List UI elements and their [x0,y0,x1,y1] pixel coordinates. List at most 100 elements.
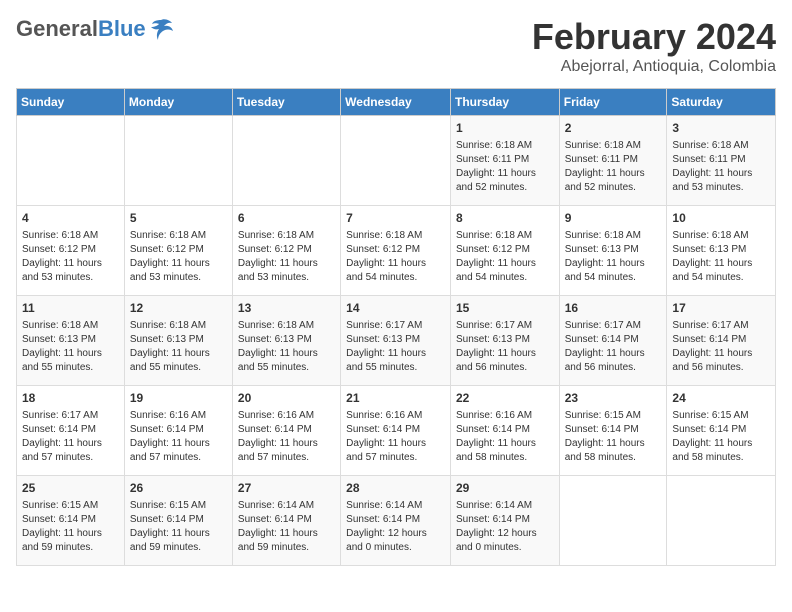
cell-info: Sunrise: 6:18 AM [346,229,445,243]
cell-info: Daylight: 11 hours [672,347,770,361]
calendar-cell: 1Sunrise: 6:18 AMSunset: 6:11 PMDaylight… [450,116,559,206]
cell-info: and 57 minutes. [346,451,445,465]
calendar-cell: 16Sunrise: 6:17 AMSunset: 6:14 PMDayligh… [559,296,667,386]
calendar-cell [124,116,232,206]
cell-info: Sunset: 6:11 PM [672,153,770,167]
calendar-cell: 9Sunrise: 6:18 AMSunset: 6:13 PMDaylight… [559,206,667,296]
day-number: 29 [456,480,554,497]
day-number: 2 [565,120,662,137]
cell-info: Daylight: 11 hours [346,437,445,451]
cell-info: Daylight: 11 hours [22,257,119,271]
cell-info: Sunset: 6:14 PM [130,423,227,437]
calendar-cell [559,476,667,566]
title-section: February 2024 Abejorral, Antioquia, Colo… [532,16,776,76]
cell-info: Sunrise: 6:16 AM [456,409,554,423]
cell-info: and 54 minutes. [456,271,554,285]
cell-info: Sunrise: 6:15 AM [672,409,770,423]
day-number: 20 [238,390,335,407]
cell-info: Sunset: 6:14 PM [346,513,445,527]
calendar-cell: 5Sunrise: 6:18 AMSunset: 6:12 PMDaylight… [124,206,232,296]
cell-info: Daylight: 12 hours [346,527,445,541]
cell-info: Sunrise: 6:18 AM [456,139,554,153]
cell-info: Sunset: 6:12 PM [238,243,335,257]
day-number: 3 [672,120,770,137]
calendar-cell: 3Sunrise: 6:18 AMSunset: 6:11 PMDaylight… [667,116,776,206]
cell-info: Sunrise: 6:15 AM [22,499,119,513]
cell-info: Daylight: 11 hours [22,347,119,361]
cell-info: Daylight: 11 hours [672,167,770,181]
logo: General Blue [16,16,174,42]
cell-info: and 57 minutes. [130,451,227,465]
cell-info: Daylight: 11 hours [22,527,119,541]
cell-info: Sunset: 6:12 PM [346,243,445,257]
calendar-cell: 13Sunrise: 6:18 AMSunset: 6:13 PMDayligh… [232,296,340,386]
cell-info: Daylight: 12 hours [456,527,554,541]
cell-info: Sunrise: 6:18 AM [22,229,119,243]
cell-info: and 55 minutes. [130,361,227,375]
calendar-cell: 14Sunrise: 6:17 AMSunset: 6:13 PMDayligh… [341,296,451,386]
day-header-saturday: Saturday [667,89,776,116]
cell-info: Sunset: 6:12 PM [456,243,554,257]
day-number: 28 [346,480,445,497]
cell-info: Daylight: 11 hours [130,437,227,451]
calendar-table: SundayMondayTuesdayWednesdayThursdayFrid… [16,88,776,566]
day-number: 23 [565,390,662,407]
cell-info: Sunrise: 6:16 AM [130,409,227,423]
cell-info: Sunrise: 6:18 AM [238,229,335,243]
cell-info: Sunset: 6:13 PM [672,243,770,257]
cell-info: Sunrise: 6:15 AM [130,499,227,513]
day-number: 21 [346,390,445,407]
calendar-cell [232,116,340,206]
calendar-cell: 24Sunrise: 6:15 AMSunset: 6:14 PMDayligh… [667,386,776,476]
cell-info: Sunset: 6:14 PM [456,423,554,437]
cell-info: Sunset: 6:12 PM [22,243,119,257]
cell-info: and 52 minutes. [565,181,662,195]
calendar-week-row: 4Sunrise: 6:18 AMSunset: 6:12 PMDaylight… [17,206,776,296]
calendar-week-row: 25Sunrise: 6:15 AMSunset: 6:14 PMDayligh… [17,476,776,566]
cell-info: and 56 minutes. [456,361,554,375]
calendar-cell: 28Sunrise: 6:14 AMSunset: 6:14 PMDayligh… [341,476,451,566]
cell-info: and 53 minutes. [22,271,119,285]
cell-info: Daylight: 11 hours [346,257,445,271]
cell-info: Sunrise: 6:18 AM [456,229,554,243]
cell-info: and 53 minutes. [130,271,227,285]
calendar-cell: 2Sunrise: 6:18 AMSunset: 6:11 PMDaylight… [559,116,667,206]
cell-info: Sunset: 6:13 PM [130,333,227,347]
cell-info: Sunrise: 6:16 AM [238,409,335,423]
day-number: 27 [238,480,335,497]
calendar-cell: 11Sunrise: 6:18 AMSunset: 6:13 PMDayligh… [17,296,125,386]
cell-info: and 58 minutes. [456,451,554,465]
calendar-cell [17,116,125,206]
day-number: 22 [456,390,554,407]
cell-info: Daylight: 11 hours [565,437,662,451]
cell-info: and 0 minutes. [346,541,445,555]
day-number: 19 [130,390,227,407]
cell-info: and 59 minutes. [130,541,227,555]
cell-info: Sunset: 6:13 PM [238,333,335,347]
cell-info: Daylight: 11 hours [238,527,335,541]
cell-info: Sunset: 6:13 PM [565,243,662,257]
calendar-week-row: 11Sunrise: 6:18 AMSunset: 6:13 PMDayligh… [17,296,776,386]
cell-info: and 57 minutes. [238,451,335,465]
cell-info: Sunrise: 6:18 AM [565,139,662,153]
calendar-cell: 23Sunrise: 6:15 AMSunset: 6:14 PMDayligh… [559,386,667,476]
day-number: 1 [456,120,554,137]
cell-info: Sunset: 6:14 PM [238,423,335,437]
day-number: 9 [565,210,662,227]
cell-info: Daylight: 11 hours [130,527,227,541]
cell-info: Sunset: 6:14 PM [456,513,554,527]
cell-info: and 55 minutes. [238,361,335,375]
cell-info: Sunrise: 6:18 AM [130,319,227,333]
cell-info: and 56 minutes. [565,361,662,375]
location-title: Abejorral, Antioquia, Colombia [532,58,776,76]
cell-info: and 53 minutes. [238,271,335,285]
day-number: 6 [238,210,335,227]
cell-info: Daylight: 11 hours [238,257,335,271]
cell-info: Sunset: 6:14 PM [130,513,227,527]
logo-blue-text: Blue [98,16,146,42]
cell-info: and 53 minutes. [672,181,770,195]
day-number: 17 [672,300,770,317]
calendar-cell: 26Sunrise: 6:15 AMSunset: 6:14 PMDayligh… [124,476,232,566]
cell-info: and 58 minutes. [672,451,770,465]
calendar-cell: 17Sunrise: 6:17 AMSunset: 6:14 PMDayligh… [667,296,776,386]
